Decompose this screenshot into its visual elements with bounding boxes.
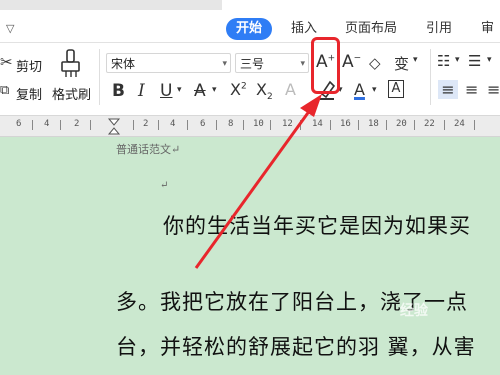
copy-icon[interactable]: ⧉ (0, 83, 9, 98)
chevron-down-icon[interactable]: ▾ (212, 85, 217, 95)
ribbon-toolbar: ✂ 剪切 ⧉ 复制 格式刷 宋体 ▾ 三号 ▾ A+ A− ◇ 变 ▾ B I … (0, 43, 500, 115)
text-effect-icon[interactable]: A (285, 80, 296, 99)
chevron-down-icon[interactable]: ▾ (487, 55, 492, 65)
font-name-value: 宋体 (111, 57, 136, 71)
bullet-list-icon[interactable]: ☷ (437, 52, 450, 70)
chevron-down-icon[interactable]: ▾ (372, 85, 377, 95)
ruler-number: 6 (16, 119, 22, 129)
chevron-down-icon[interactable]: ▾ (455, 55, 460, 65)
ruler-number: 20 (396, 119, 407, 129)
annotation-highlight-box (311, 37, 340, 94)
ruler-tick (133, 120, 134, 130)
ruler-tick (187, 120, 188, 130)
ruler-tick (414, 120, 415, 130)
ruler-tick (90, 120, 91, 130)
quick-access-dropdown-icon[interactable]: ▽ (6, 22, 14, 35)
indent-marker-icon[interactable] (107, 117, 121, 137)
pinyin-guide-icon[interactable]: 变 (394, 53, 409, 74)
subscript-icon[interactable]: X2 (256, 80, 273, 102)
superscript-icon[interactable]: X2 (230, 80, 247, 99)
document-line-3[interactable]: 台，并轻松的舒展起它的羽 翼，从害 (116, 331, 476, 361)
format-painter-icon[interactable] (60, 49, 82, 79)
horizontal-ruler[interactable]: 6 4 2 2 4 6 8 10 12 14 16 18 20 22 24 (0, 115, 500, 137)
chevron-down-icon: ▾ (300, 59, 305, 69)
document-line-1[interactable]: 你的生活当年买它是因为如果买 (163, 210, 471, 240)
tab-home[interactable]: 开始 (226, 18, 273, 40)
ruler-tick (216, 120, 217, 130)
underline-icon[interactable]: U (160, 81, 172, 101)
ruler-tick (444, 120, 445, 130)
ruler-tick (358, 120, 359, 130)
ruler-number: 6 (200, 119, 206, 129)
character-border-icon[interactable]: A (388, 80, 404, 98)
format-painter-button[interactable]: 格式刷 (52, 84, 91, 103)
watermark-text: 经验 (400, 303, 428, 319)
paragraph-return-mark: ↵ (160, 180, 169, 191)
chevron-down-icon: ▾ (222, 59, 227, 69)
strikethrough-icon[interactable]: A (194, 81, 206, 101)
style-label: 普通话范文↵ (116, 143, 181, 156)
font-name-select[interactable]: 宋体 ▾ (106, 53, 231, 73)
italic-icon[interactable]: I (138, 81, 145, 101)
tab-review[interactable]: 审阅 (481, 18, 500, 58)
ruler-number: 4 (44, 119, 50, 129)
copy-button[interactable]: 复制 (16, 84, 42, 103)
ruler-number: 10 (253, 119, 264, 129)
bold-icon[interactable]: B (112, 81, 125, 101)
chevron-down-icon[interactable]: ▾ (177, 85, 182, 95)
ruler-number: 12 (282, 119, 293, 129)
ruler-tick (270, 120, 271, 130)
ruler-tick (32, 120, 33, 130)
ruler-number: 24 (454, 119, 465, 129)
title-strip (0, 0, 222, 10)
document-canvas[interactable]: 普通话范文↵ ↵ 你的生活当年买它是因为如果买 多。我把它放在了阳台上，浇了一点… (0, 137, 500, 375)
ruler-tick (330, 120, 331, 130)
ruler-tick (474, 120, 475, 130)
ruler-tick (386, 120, 387, 130)
chevron-down-icon[interactable]: ▾ (413, 55, 418, 65)
ruler-tick (158, 120, 159, 130)
scissors-icon[interactable]: ✂ (0, 53, 13, 71)
numbered-list-icon[interactable]: ☰ (468, 52, 481, 70)
clear-format-icon[interactable]: ◇ (369, 54, 381, 72)
ruler-tick (243, 120, 244, 130)
shrink-font-icon[interactable]: A− (342, 52, 361, 72)
ruler-number: 2 (143, 119, 149, 129)
align-center-icon[interactable]: ≡ (465, 80, 478, 99)
ruler-number: 22 (424, 119, 435, 129)
ruler-tick (300, 120, 301, 130)
ruler-number: 8 (228, 119, 234, 129)
cut-button[interactable]: 剪切 (16, 56, 42, 75)
ruler-number: 4 (170, 119, 176, 129)
tab-bar: ▽ 开始 插入 页面布局 引用 审阅 (0, 0, 500, 58)
group-divider (99, 49, 100, 105)
group-divider (430, 49, 431, 105)
font-size-select[interactable]: 三号 ▾ (235, 53, 309, 73)
tab-insert[interactable]: 插入 (291, 18, 317, 40)
font-color-icon[interactable]: A (354, 80, 365, 99)
ruler-number: 16 (340, 119, 351, 129)
ruler-number: 18 (368, 119, 379, 129)
ruler-tick (60, 120, 61, 130)
tab-references[interactable]: 引用 (426, 18, 452, 40)
tab-page-layout[interactable]: 页面布局 (345, 18, 397, 40)
ruler-number: 2 (74, 119, 80, 129)
align-left-icon[interactable]: ≡ (438, 80, 458, 99)
ruler-number: 14 (312, 119, 323, 129)
font-size-value: 三号 (240, 57, 265, 71)
align-right-icon[interactable]: ≡ (487, 80, 500, 99)
